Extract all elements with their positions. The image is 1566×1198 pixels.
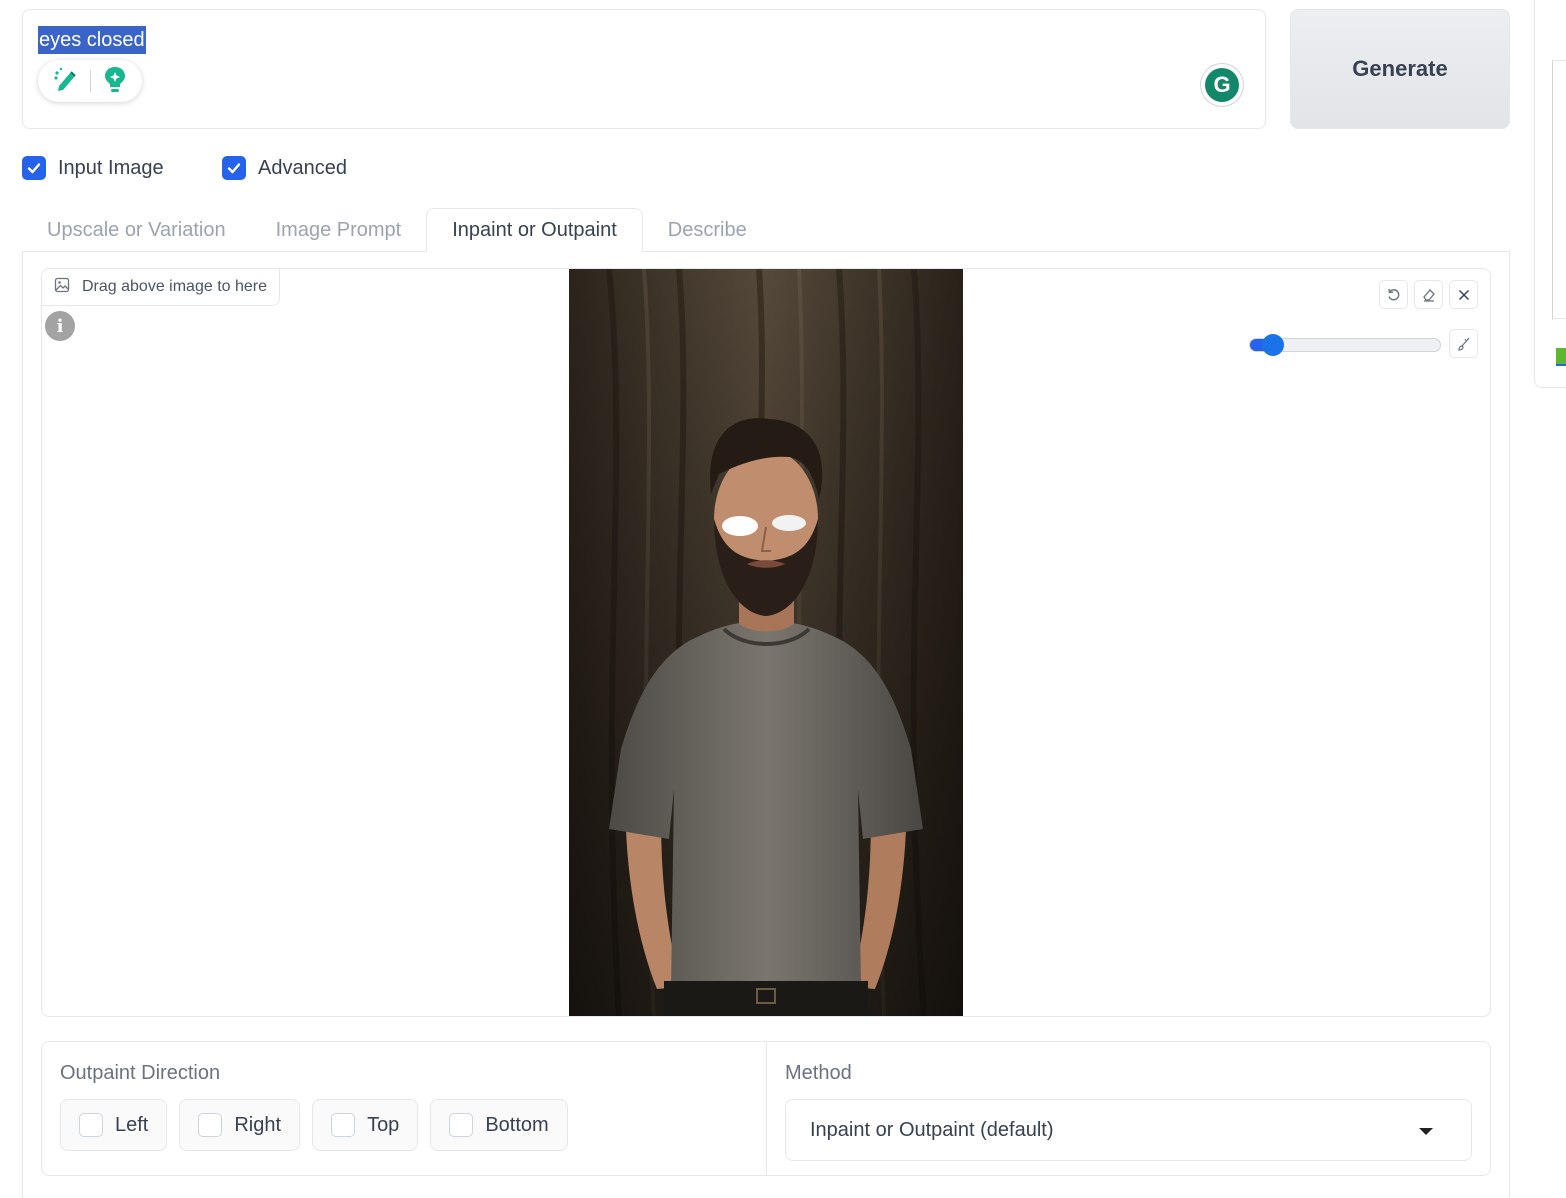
outpaint-left-option[interactable]: Left	[60, 1099, 168, 1151]
image-icon	[54, 277, 70, 298]
left-checkbox[interactable]	[79, 1113, 103, 1137]
method-label: Method	[785, 1062, 852, 1084]
inpaint-image-editor[interactable]: Drag above image to here i	[41, 268, 1491, 1017]
input-image-toggle[interactable]: Input Image	[22, 156, 164, 180]
clear-button[interactable]	[1449, 280, 1478, 309]
chevron-down-icon	[1419, 1128, 1433, 1135]
drag-hint: Drag above image to here	[42, 269, 280, 306]
tab-describe[interactable]: Describe	[643, 208, 772, 252]
advanced-toggle[interactable]: Advanced	[222, 156, 347, 180]
side-panel-line	[1552, 318, 1566, 319]
lightbulb-icon[interactable]	[101, 64, 129, 99]
pill-separator	[90, 70, 92, 92]
tab-image-prompt[interactable]: Image Prompt	[251, 208, 427, 252]
left-label: Left	[115, 1113, 149, 1136]
method-dropdown[interactable]: Inpaint or Outpaint (default)	[785, 1099, 1472, 1161]
outpaint-bottom-option[interactable]: Bottom	[430, 1099, 568, 1151]
method-selected-value: Inpaint or Outpaint (default)	[810, 1118, 1054, 1141]
right-checkbox[interactable]	[198, 1113, 223, 1137]
advanced-checkbox[interactable]	[222, 156, 246, 180]
input-image-tabs: Upscale or Variation Image Prompt Inpain…	[22, 208, 772, 252]
method-block: Method Inpaint or Outpaint (default)	[767, 1042, 1490, 1175]
outpaint-settings: Outpaint Direction Left Right Top Bottom…	[41, 1041, 1491, 1176]
side-panel-edge	[1534, 0, 1566, 388]
prompt-textbox[interactable]: eyes closed G	[22, 9, 1266, 129]
tab-inpaint-or-outpaint[interactable]: Inpaint or Outpaint	[426, 208, 643, 252]
writing-assistant-pill[interactable]	[38, 60, 142, 102]
undo-button[interactable]	[1379, 280, 1408, 309]
bottom-label: Bottom	[485, 1113, 549, 1136]
close-icon	[1458, 289, 1469, 300]
outpaint-top-option[interactable]: Top	[312, 1099, 419, 1151]
brush-button[interactable]	[1449, 329, 1478, 358]
outpaint-direction-label: Outpaint Direction	[60, 1062, 221, 1084]
grammarly-icon: G	[1205, 68, 1239, 102]
tab-upscale-or-variation[interactable]: Upscale or Variation	[22, 208, 251, 252]
brush-size-knob[interactable]	[1261, 334, 1284, 356]
bottom-checkbox[interactable]	[449, 1113, 474, 1137]
eraser-icon	[1422, 288, 1435, 302]
outpaint-right-option[interactable]: Right	[179, 1099, 301, 1151]
magic-pen-icon[interactable]	[51, 64, 81, 99]
right-label: Right	[234, 1113, 282, 1136]
side-panel-divider	[1552, 60, 1553, 320]
outpaint-direction-block: Outpaint Direction Left Right Top Bottom	[42, 1042, 767, 1175]
undo-icon	[1387, 288, 1399, 300]
top-label: Top	[367, 1113, 400, 1136]
eraser-button[interactable]	[1414, 280, 1443, 309]
prompt-text[interactable]: eyes closed	[38, 26, 146, 54]
portrait-photo[interactable]	[569, 269, 963, 1016]
brush-icon	[1457, 337, 1469, 351]
info-icon[interactable]: i	[45, 311, 75, 341]
drag-hint-text: Drag above image to here	[82, 278, 267, 295]
input-image-checkbox[interactable]	[22, 156, 46, 180]
side-panel-line	[1552, 60, 1566, 61]
grammarly-button[interactable]: G	[1201, 64, 1243, 106]
brush-size-slider[interactable]	[1249, 334, 1441, 356]
outpaint-direction-options: Left Right Top Bottom	[60, 1099, 568, 1151]
advanced-label: Advanced	[258, 156, 347, 179]
side-panel-icon[interactable]	[1556, 348, 1566, 366]
input-image-label: Input Image	[58, 156, 164, 179]
generate-button[interactable]: Generate	[1290, 9, 1510, 129]
top-checkbox[interactable]	[331, 1113, 356, 1137]
